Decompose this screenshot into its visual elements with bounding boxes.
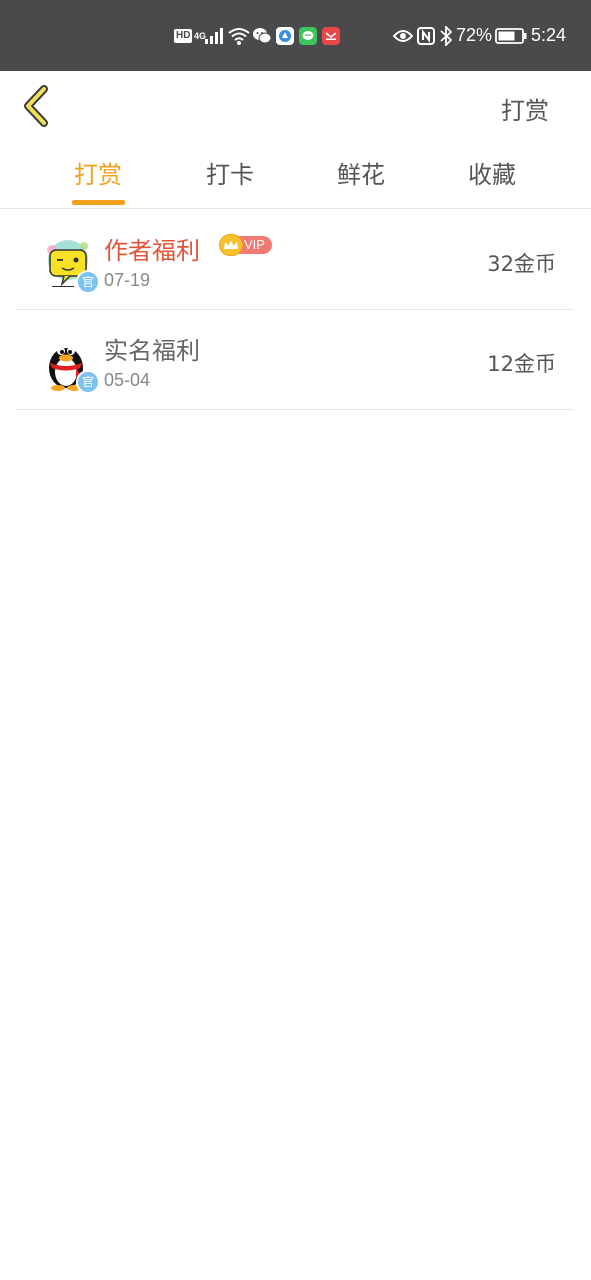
reward-list: 官 作者福利 VIP 07-19 32金币 官 实名福利 05-04 12金币 [16, 210, 574, 410]
tab-reward[interactable]: 打赏 [58, 155, 138, 190]
record-date: 05-04 [104, 370, 151, 390]
battery-percent: 72% [456, 25, 493, 45]
wifi-icon [228, 0, 250, 71]
status-bar: HD 4G 72% 5:24 [0, 0, 591, 71]
record-amount: 12金币 [487, 352, 556, 376]
app-icon [322, 0, 340, 71]
active-tab-indicator [72, 200, 125, 205]
tab-favorites[interactable]: 收藏 [452, 155, 532, 190]
app-header: 打赏 [0, 71, 591, 141]
list-item[interactable]: 官 作者福利 VIP 07-19 32金币 [16, 210, 574, 310]
bluetooth-icon [440, 0, 452, 71]
eye-icon [393, 0, 413, 71]
crown-icon [219, 234, 243, 256]
battery-icon [495, 0, 527, 71]
record-date: 07-19 [104, 270, 151, 290]
record-name: 作者福利 [104, 237, 200, 265]
official-badge: 官 [76, 370, 100, 394]
chevron-left-icon [24, 85, 48, 127]
wechat-icon [252, 0, 272, 71]
back-button[interactable] [18, 81, 62, 131]
app-icon [276, 0, 294, 71]
tab-bar: 打赏 打卡 鲜花 收藏 [0, 141, 591, 209]
avatar: 官 [38, 332, 100, 394]
official-badge: 官 [76, 270, 100, 294]
tab-checkin[interactable]: 打卡 [190, 155, 270, 190]
clock: 5:24 [531, 25, 567, 45]
nfc-icon [417, 0, 435, 71]
reward-action-button[interactable]: 打赏 [501, 91, 549, 126]
tab-flowers[interactable]: 鲜花 [321, 155, 401, 190]
record-amount: 32金币 [487, 252, 556, 276]
divider [0, 208, 591, 209]
record-name: 实名福利 [104, 337, 200, 365]
vip-badge: VIP [219, 234, 272, 256]
list-item[interactable]: 官 实名福利 05-04 12金币 [16, 310, 574, 410]
chat-icon [299, 0, 317, 71]
signal-icon [205, 0, 225, 71]
avatar: 官 [38, 232, 100, 294]
hd-icon: HD [174, 28, 193, 43]
